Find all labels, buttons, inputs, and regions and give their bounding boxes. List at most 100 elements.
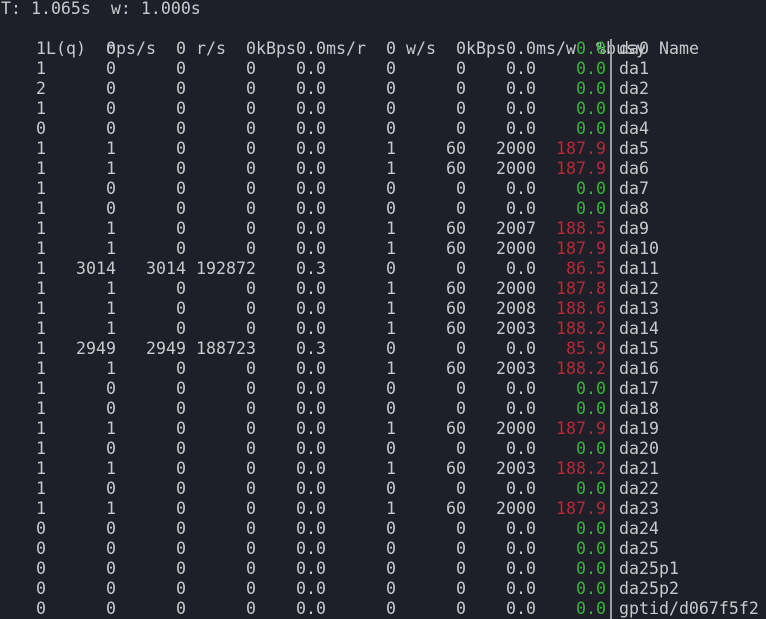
reads: 0 <box>176 419 186 438</box>
status-line: dT: 1.065s w: 1.000s <box>0 0 201 18</box>
read-kbps: 0 <box>246 39 256 58</box>
ms-per-read: 0.3 <box>296 339 326 358</box>
queue-length: 0 <box>36 119 46 138</box>
queue-length: 1 <box>36 59 46 78</box>
reads: 0 <box>176 179 186 198</box>
table-row: 1 0 0 0 0.0 0 0 0.0 0.0 da18 <box>0 399 766 419</box>
ms-per-read: 0.0 <box>296 119 326 138</box>
busy-percent: 188.2 <box>556 359 606 378</box>
queue-length: 0 <box>36 599 46 618</box>
table-row: 1 0 0 0 0.0 0 0 0.0 0.0 da17 <box>0 379 766 399</box>
ms-per-write: 2000 <box>496 239 536 258</box>
busy-percent: 0.0 <box>576 439 606 458</box>
ms-per-write: 2000 <box>496 419 536 438</box>
writes: 0 <box>386 399 396 418</box>
writes: 0 <box>386 559 396 578</box>
queue-length: 1 <box>36 279 46 298</box>
queue-length: 1 <box>36 359 46 378</box>
writes: 0 <box>386 199 396 218</box>
ops: 1 <box>106 159 116 178</box>
queue-length: 1 <box>36 419 46 438</box>
reads: 0 <box>176 279 186 298</box>
busy-percent: 0.0 <box>576 579 606 598</box>
device-name: da8 <box>610 199 649 219</box>
device-name: da24 <box>610 519 659 539</box>
read-kbps: 0 <box>246 559 256 578</box>
table-row: 0 0 0 0 0.0 0 0 0.0 0.0 gptid/d067f5f2 <box>0 599 766 619</box>
writes: 1 <box>386 219 396 238</box>
write-kbps: 0 <box>456 59 466 78</box>
reads: 0 <box>176 599 186 618</box>
ms-per-read: 0.0 <box>296 319 326 338</box>
writes: 0 <box>386 439 396 458</box>
busy-percent: 187.9 <box>556 239 606 258</box>
ops: 0 <box>106 59 116 78</box>
read-kbps: 0 <box>246 199 256 218</box>
table-row: 1 1 0 0 0.0 1 60 2000 187.9 da10 <box>0 239 766 259</box>
device-name: da17 <box>610 379 659 399</box>
ops: 1 <box>106 219 116 238</box>
table-row: 1 1 0 0 0.0 1 60 2000 187.9 da23 <box>0 499 766 519</box>
queue-length: 1 <box>36 459 46 478</box>
write-kbps: 0 <box>456 379 466 398</box>
read-kbps: 0 <box>246 519 256 538</box>
read-kbps: 0 <box>246 359 256 378</box>
ms-per-write: 0.0 <box>506 179 536 198</box>
table-row: 1 0 0 0 0.0 0 0 0.0 0.0 da20 <box>0 439 766 459</box>
writes: 0 <box>386 539 396 558</box>
device-name: da12 <box>610 279 659 299</box>
ms-per-read: 0.0 <box>296 459 326 478</box>
ms-per-read: 0.0 <box>296 79 326 98</box>
ms-per-write: 0.0 <box>506 99 536 118</box>
ms-per-write: 2000 <box>496 139 536 158</box>
queue-length: 0 <box>36 519 46 538</box>
writes: 0 <box>386 259 396 278</box>
ops: 0 <box>106 119 116 138</box>
ms-per-write: 2003 <box>496 359 536 378</box>
ms-per-write: 0.0 <box>506 399 536 418</box>
terminal-window[interactable]: dT: 1.065s w: 1.000s L(q) ops/s r/s kBps ms/… <box>0 0 766 619</box>
writes: 0 <box>386 519 396 538</box>
ops: 3014 <box>76 259 116 278</box>
write-kbps: 0 <box>456 539 466 558</box>
writes: 0 <box>386 599 396 618</box>
write-kbps: 60 <box>446 159 466 178</box>
writes: 1 <box>386 299 396 318</box>
busy-percent: 187.9 <box>556 139 606 158</box>
device-name: da13 <box>610 299 659 319</box>
device-name: da0 <box>610 39 649 59</box>
writes: 0 <box>386 99 396 118</box>
queue-length: 1 <box>36 139 46 158</box>
ms-per-write: 0.0 <box>506 379 536 398</box>
ms-per-write: 2000 <box>496 159 536 178</box>
writes: 0 <box>386 179 396 198</box>
writes: 1 <box>386 499 396 518</box>
reads: 0 <box>176 59 186 78</box>
ms-per-write: 2000 <box>496 279 536 298</box>
ops: 1 <box>106 279 116 298</box>
ms-per-read: 0.0 <box>296 39 326 58</box>
busy-percent: 0.0 <box>576 519 606 538</box>
busy-percent: 0.0 <box>576 559 606 578</box>
ms-per-write: 2003 <box>496 319 536 338</box>
write-kbps: 60 <box>446 419 466 438</box>
reads: 0 <box>176 539 186 558</box>
read-kbps: 0 <box>246 419 256 438</box>
device-name: da9 <box>610 219 649 239</box>
device-name: da20 <box>610 439 659 459</box>
write-kbps: 0 <box>456 559 466 578</box>
table-row: 1 1 0 0 0.0 1 60 2003 188.2 da14 <box>0 319 766 339</box>
ops: 1 <box>106 459 116 478</box>
ms-per-write: 2007 <box>496 219 536 238</box>
reads: 0 <box>176 499 186 518</box>
write-kbps: 60 <box>446 459 466 478</box>
ops: 2949 <box>76 339 116 358</box>
read-kbps: 192872 <box>196 259 256 278</box>
ms-per-write: 0.0 <box>506 339 536 358</box>
table-row: 0 0 0 0 0.0 0 0 0.0 0.0 da25p2 <box>0 579 766 599</box>
write-kbps: 60 <box>446 279 466 298</box>
device-name: da1 <box>610 59 649 79</box>
queue-length: 1 <box>36 239 46 258</box>
ms-per-read: 0.0 <box>296 179 326 198</box>
read-kbps: 0 <box>246 279 256 298</box>
